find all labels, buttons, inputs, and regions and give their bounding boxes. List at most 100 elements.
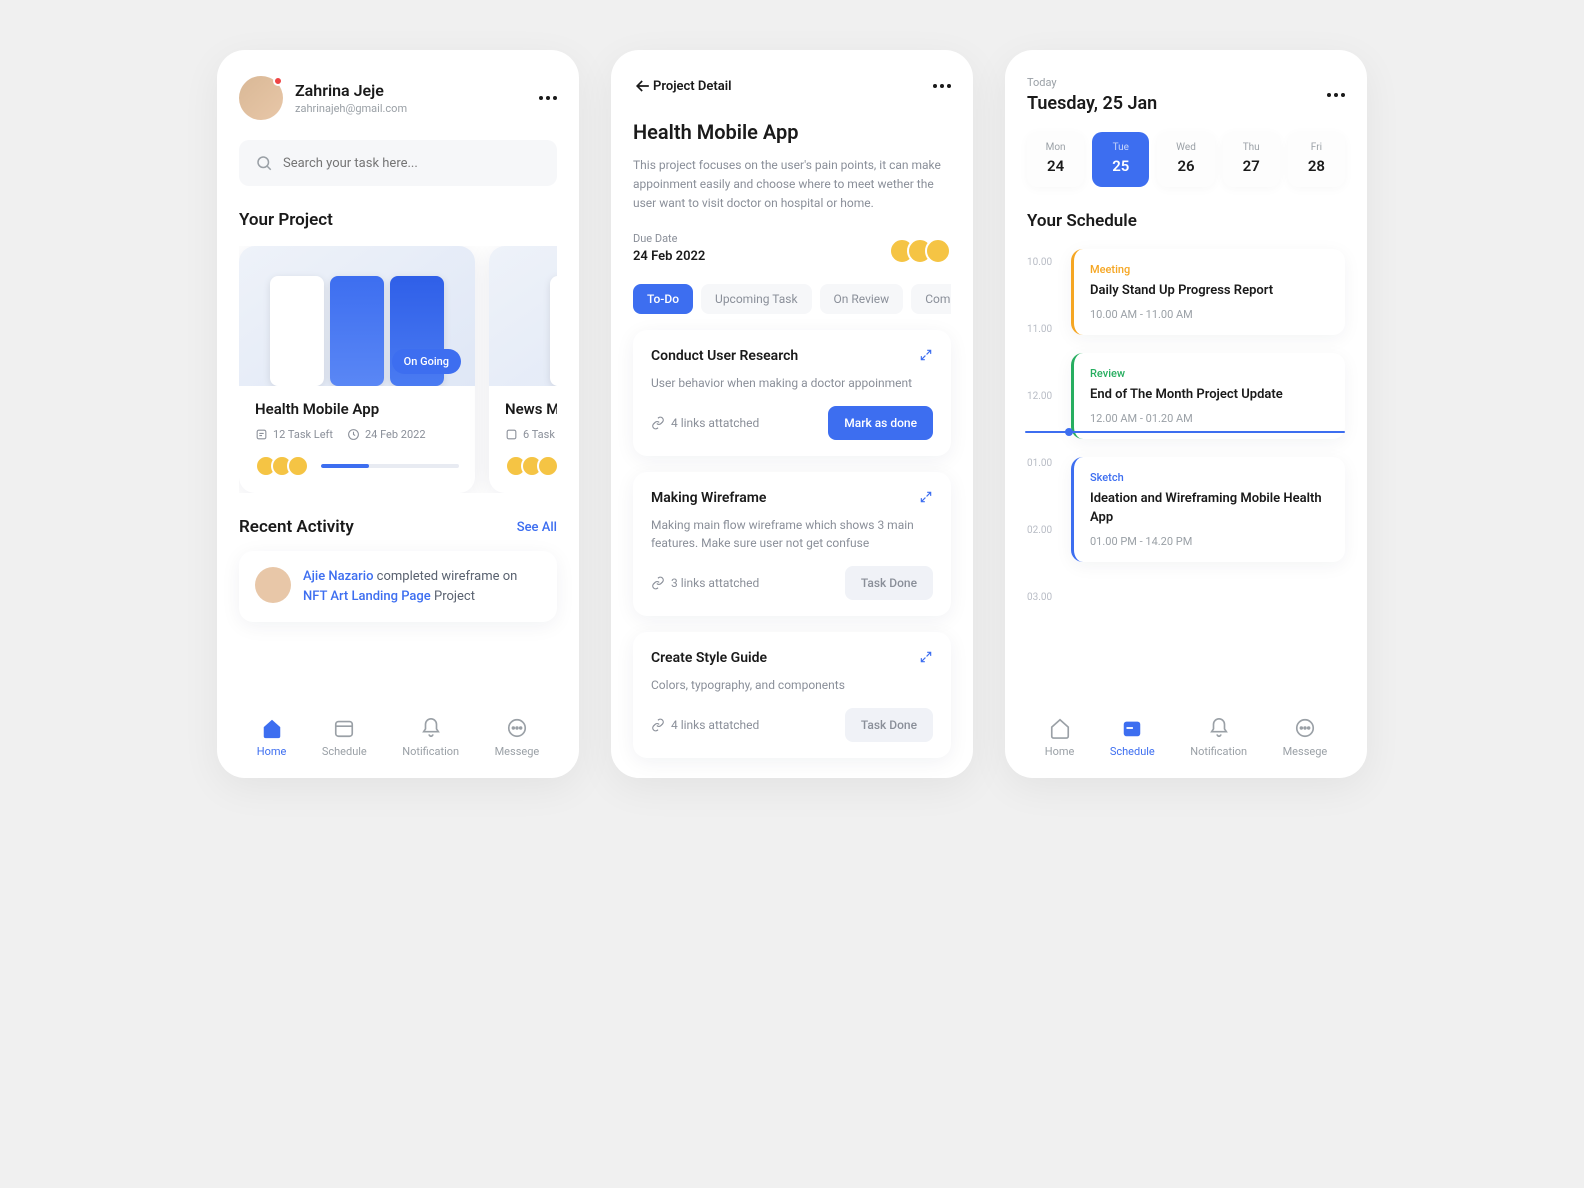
project-title: Health Mobile App <box>633 120 951 144</box>
week-picker: Mon24 Tue25 Wed26 Thu27 Fri28 <box>1027 132 1345 187</box>
task-desc: User behavior when making a doctor appoi… <box>651 374 933 392</box>
nav-schedule[interactable]: Schedule <box>322 717 367 758</box>
task-desc: Colors, typography, and components <box>651 676 933 694</box>
event-card[interactable]: Sketch Ideation and Wireframing Mobile H… <box>1071 457 1345 561</box>
current-time-indicator <box>1025 431 1345 433</box>
bottom-nav: Home Schedule Notification Messege <box>239 693 557 758</box>
detail-screen: Project Detail Health Mobile App This pr… <box>611 50 973 778</box>
event-title: Daily Stand Up Progress Report <box>1090 282 1329 300</box>
task-card[interactable]: Conduct User Research User behavior when… <box>633 330 951 456</box>
project-name: News Mo <box>505 400 557 418</box>
day-fri[interactable]: Fri28 <box>1288 132 1345 187</box>
search-bar[interactable] <box>239 140 557 186</box>
arrow-left-icon <box>633 76 653 96</box>
day-thu[interactable]: Thu27 <box>1223 132 1280 187</box>
more-button[interactable] <box>1327 93 1345 97</box>
chat-icon <box>506 717 528 739</box>
link-count: 4 links attatched <box>671 416 759 430</box>
task-title: Conduct User Research <box>651 348 798 364</box>
nav-notification[interactable]: Notification <box>402 717 459 758</box>
link-icon <box>651 576 665 590</box>
link-count: 3 links attatched <box>671 576 759 590</box>
due-label: Due Date <box>633 232 705 245</box>
task-tabs: To-Do Upcoming Task On Review Completed <box>633 284 951 314</box>
bottom-nav: Home Schedule Notification Messege <box>1027 693 1345 758</box>
nav-schedule[interactable]: Schedule <box>1110 717 1155 758</box>
event-card[interactable]: Meeting Daily Stand Up Progress Report 1… <box>1071 249 1345 335</box>
page-title: Project Detail <box>653 79 731 94</box>
tab-review[interactable]: On Review <box>820 284 904 314</box>
user-name: Zahrina Jeje <box>295 81 407 100</box>
recent-heading: Recent Activity <box>239 517 354 537</box>
clock-icon <box>347 428 360 441</box>
due-date: 24 Feb 2022 <box>633 249 705 264</box>
calendar-icon <box>333 717 355 739</box>
task-title: Making Wireframe <box>651 490 766 506</box>
event-time: 12.00 AM - 01.20 AM <box>1090 412 1329 425</box>
event-category: Meeting <box>1090 263 1329 276</box>
task-card[interactable]: Making Wireframe Making main flow wirefr… <box>633 472 951 616</box>
status-badge: On Going <box>392 349 461 374</box>
today-date: Tuesday, 25 Jan <box>1027 93 1157 114</box>
event-time: 01.00 PM - 14.20 PM <box>1090 535 1329 548</box>
day-mon[interactable]: Mon24 <box>1027 132 1084 187</box>
project-list[interactable]: On Going Health Mobile App 12 Task Left … <box>239 246 557 493</box>
expand-icon[interactable] <box>919 348 933 362</box>
tab-upcoming[interactable]: Upcoming Task <box>701 284 812 314</box>
schedule-heading: Your Schedule <box>1027 211 1345 231</box>
time-column: 10.0011.0012.0001.0002.0003.00 <box>1027 249 1061 603</box>
event-time: 10.00 AM - 11.00 AM <box>1090 308 1329 321</box>
activity-card[interactable]: Ajie Nazario completed wireframe on NFT … <box>239 551 557 622</box>
expand-icon[interactable] <box>919 650 933 664</box>
task-count: 12 Task Left <box>273 428 333 441</box>
more-button[interactable] <box>539 96 557 100</box>
back-button[interactable] <box>633 76 653 96</box>
task-icon <box>255 428 268 441</box>
nav-notification[interactable]: Notification <box>1190 717 1247 758</box>
project-card[interactable]: News Mo 6 Task L <box>489 246 557 493</box>
nav-message[interactable]: Messege <box>1283 717 1328 758</box>
nav-home[interactable]: Home <box>257 717 287 758</box>
task-done-button[interactable]: Task Done <box>845 708 933 742</box>
bell-icon <box>420 717 442 739</box>
project-thumbnail: On Going <box>239 246 475 386</box>
task-title: Create Style Guide <box>651 650 767 666</box>
more-button[interactable] <box>933 84 951 88</box>
day-wed[interactable]: Wed26 <box>1157 132 1214 187</box>
project-card[interactable]: On Going Health Mobile App 12 Task Left … <box>239 246 475 493</box>
notification-dot-icon <box>273 76 283 86</box>
day-tue[interactable]: Tue25 <box>1092 132 1149 187</box>
tab-completed[interactable]: Completed <box>911 284 951 314</box>
due-date: 24 Feb 2022 <box>365 428 426 441</box>
nav-message[interactable]: Messege <box>495 717 540 758</box>
task-done-button[interactable]: Task Done <box>845 566 933 600</box>
mark-done-button[interactable]: Mark as done <box>828 406 933 440</box>
task-count: 6 Task L <box>523 428 557 441</box>
avatar[interactable] <box>239 76 283 120</box>
see-all-link[interactable]: See All <box>517 520 557 535</box>
home-icon <box>261 717 283 739</box>
expand-icon[interactable] <box>919 490 933 504</box>
task-icon <box>505 428 518 441</box>
bell-icon <box>1208 717 1230 739</box>
task-card[interactable]: Create Style Guide Colors, typography, a… <box>633 632 951 758</box>
project-thumbnail <box>489 246 557 386</box>
event-category: Sketch <box>1090 471 1329 484</box>
task-desc: Making main flow wireframe which shows 3… <box>651 516 933 552</box>
home-icon <box>1049 717 1071 739</box>
search-input[interactable] <box>283 156 541 171</box>
event-card[interactable]: Review End of The Month Project Update 1… <box>1071 353 1345 439</box>
project-description: This project focuses on the user's pain … <box>633 156 951 214</box>
user-email: zahrinajeh@gmail.com <box>295 102 407 115</box>
team-avatars <box>255 455 459 477</box>
nav-home[interactable]: Home <box>1045 717 1075 758</box>
event-category: Review <box>1090 367 1329 380</box>
event-title: Ideation and Wireframing Mobile Health A… <box>1090 490 1329 526</box>
search-icon <box>255 154 273 172</box>
user-header: Zahrina Jeje zahrinajeh@gmail.com <box>239 76 557 120</box>
event-list: Meeting Daily Stand Up Progress Report 1… <box>1071 249 1345 603</box>
activity-text: Ajie Nazario completed wireframe on NFT … <box>303 567 541 606</box>
tab-todo[interactable]: To-Do <box>633 284 693 314</box>
event-title: End of The Month Project Update <box>1090 386 1329 404</box>
today-label: Today <box>1027 76 1157 89</box>
